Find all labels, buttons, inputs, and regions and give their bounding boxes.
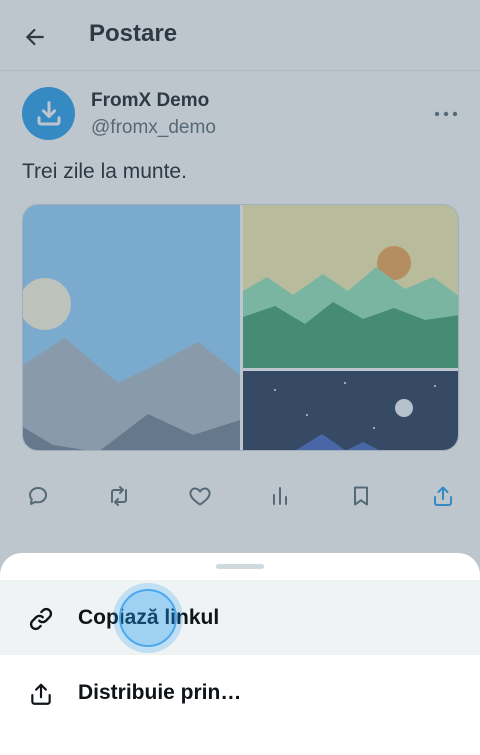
post-page: Postare FromX Demo @fromx_demo Trei zile… (0, 0, 480, 755)
link-icon (26, 604, 56, 634)
share-via-option[interactable]: Distribuie prin… (0, 655, 480, 730)
share-icon (26, 679, 56, 709)
share-sheet: Copiază linkul Distribuie prin… (0, 553, 480, 755)
sheet-drag-handle[interactable] (216, 564, 264, 569)
copy-link-label: Copiază linkul (78, 606, 220, 629)
copy-link-option[interactable]: Copiază linkul (0, 580, 480, 655)
share-via-label: Distribuie prin… (78, 681, 242, 704)
